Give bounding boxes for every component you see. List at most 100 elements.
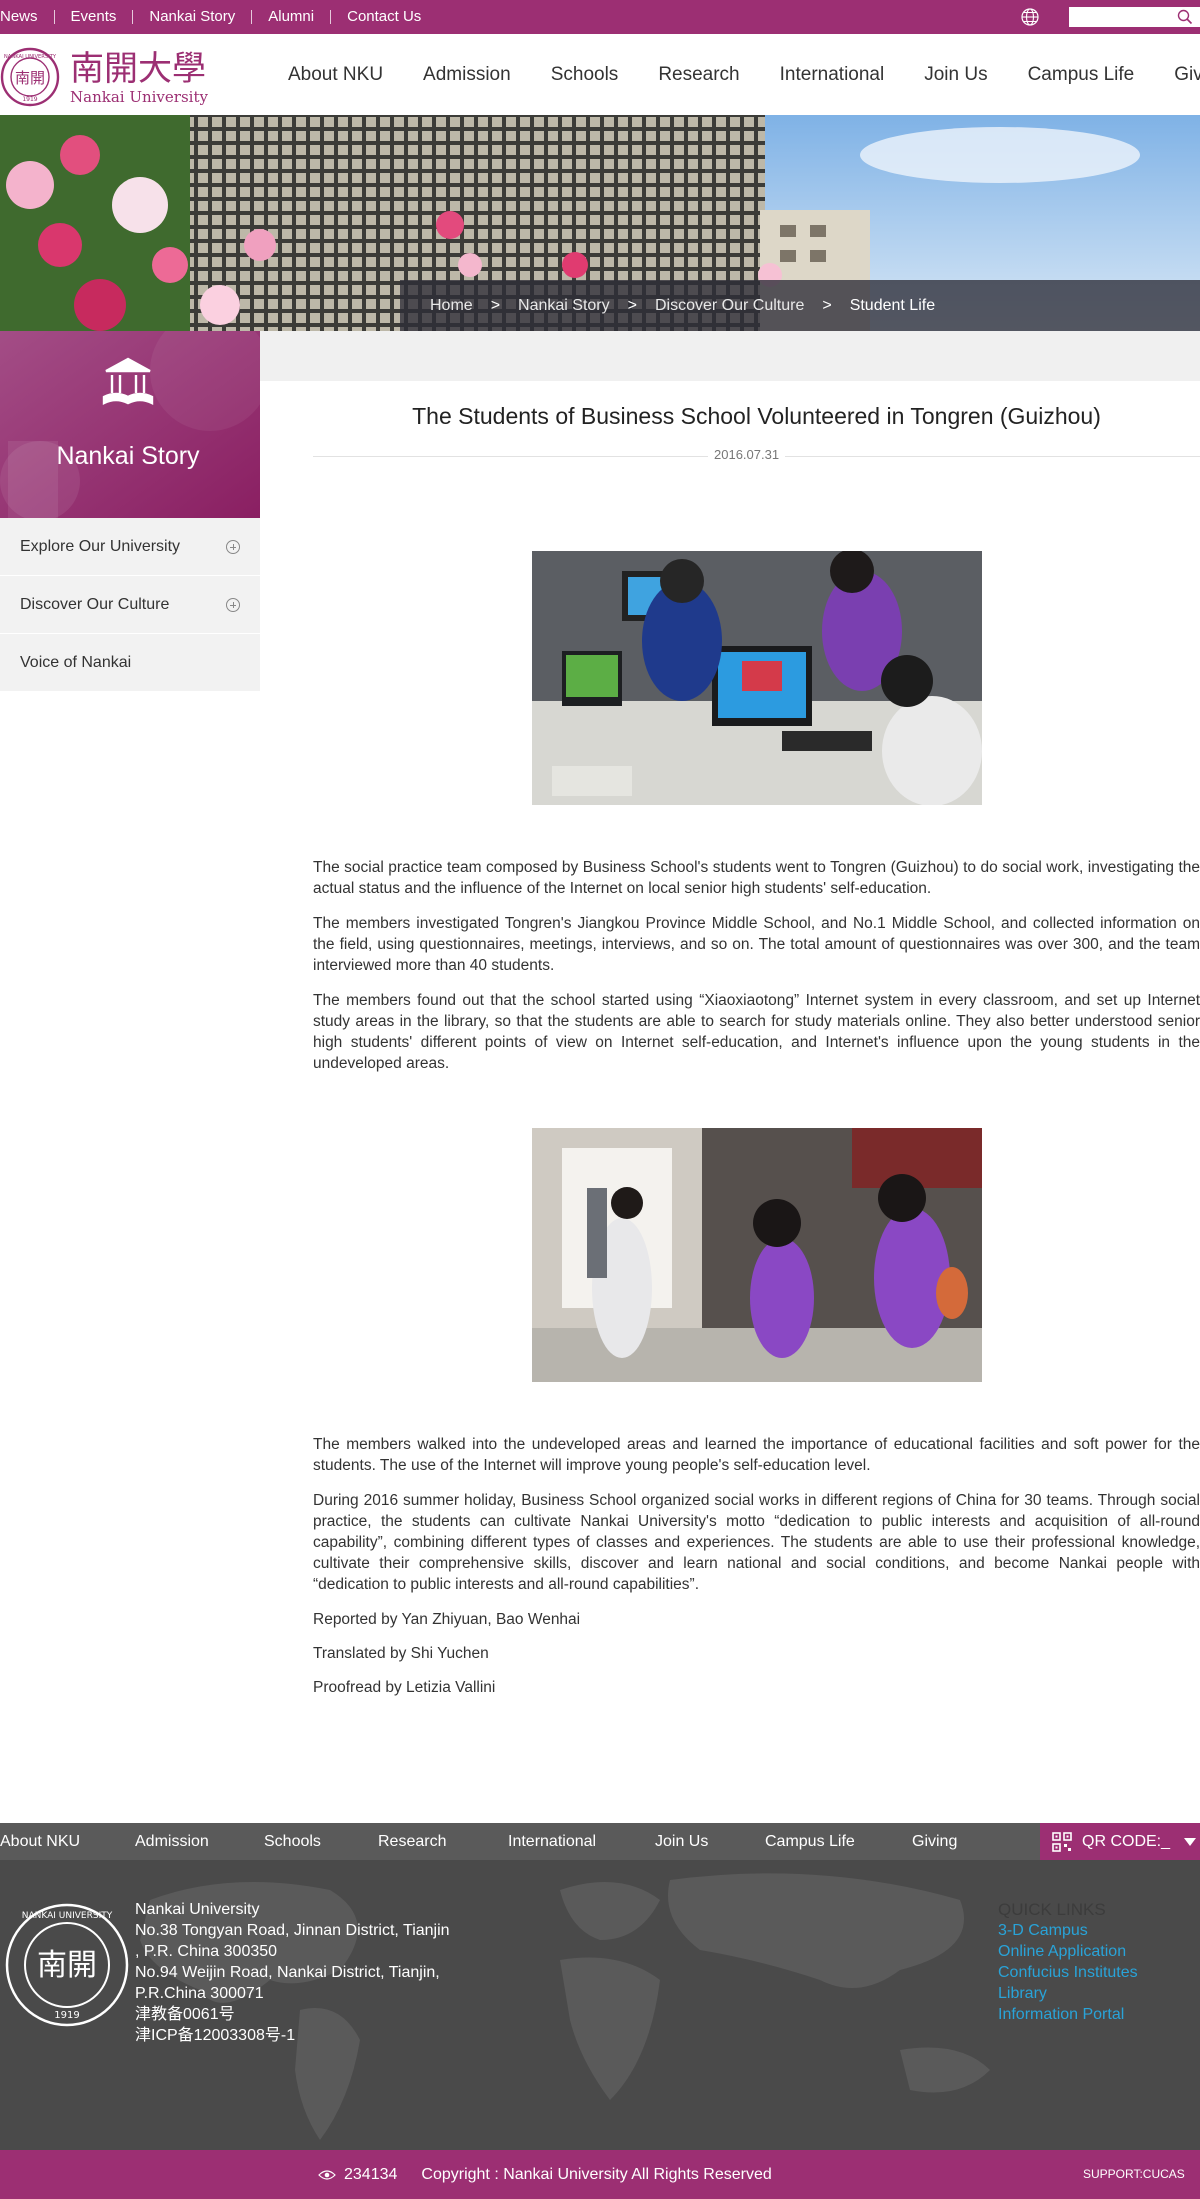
- article-photo-computer-lab: [532, 551, 982, 805]
- svg-text:1919: 1919: [54, 2010, 79, 2021]
- quick-link-confucius-institutes[interactable]: Confucius Institutes: [998, 1962, 1138, 1983]
- copyright-bar: 234134 Copyright : Nankai University All…: [0, 2150, 1200, 2199]
- nav-schools[interactable]: Schools: [551, 64, 619, 86]
- quick-link-information-portal[interactable]: Information Portal: [998, 2004, 1138, 2025]
- credit-proofread-by: Proofread by Letizia Vallini: [313, 1679, 496, 1696]
- expand-icon[interactable]: [226, 539, 240, 554]
- sidebar-item-discover-our-culture[interactable]: Discover Our Culture: [0, 576, 260, 634]
- utility-link-alumni[interactable]: Alumni: [251, 9, 330, 24]
- eye-icon: [318, 2169, 336, 2180]
- breadcrumb-separator: >: [490, 296, 501, 314]
- article-paragraph: The members walked into the undeveloped …: [313, 1436, 1200, 1474]
- search-icon[interactable]: [1176, 8, 1194, 26]
- article: The Students of Business School Voluntee…: [313, 381, 1200, 1697]
- utility-link-contact-us[interactable]: Contact Us: [330, 9, 437, 24]
- qr-code-button[interactable]: QR CODE:_: [1040, 1823, 1200, 1860]
- visit-counter: 234134: [344, 2165, 398, 2183]
- article-body-part-1: The social practice team composed by Bus…: [313, 857, 1200, 1074]
- nav-join-us[interactable]: Join Us: [924, 64, 987, 86]
- article-paragraph: The members investigated Tongren's Jiang…: [313, 915, 1200, 974]
- address-line: P.R.China 300071: [135, 1985, 264, 2002]
- university-seal: 南開 NANKAI UNIVERSITY 1919: [5, 1903, 129, 2027]
- address-line: Nankai University: [135, 1901, 260, 1918]
- breadcrumb-separator: >: [822, 296, 832, 314]
- site-header: 南開 1919 NANKAI UNIVERSITY 南開大學 Nankai Un…: [0, 34, 1200, 115]
- sidebar-item-label: Explore Our University: [20, 537, 181, 555]
- sidebar-header: [0, 331, 260, 518]
- globe-icon[interactable]: [1019, 6, 1041, 28]
- article-dateline: 2016.07.31: [313, 447, 1200, 467]
- copyright-text: Copyright : Nankai University All Rights…: [421, 2165, 772, 2183]
- footer-nav-international[interactable]: International: [508, 1833, 655, 1851]
- article-paragraph: The social practice team composed by Bus…: [313, 859, 1200, 897]
- address-line: 津ICP备12003308号-1: [135, 2027, 296, 2044]
- address-line: No.94 Weijin Road, Nankai District, Tian…: [135, 1964, 440, 1981]
- article-paragraph: The members found out that the school st…: [313, 992, 1200, 1072]
- nav-research[interactable]: Research: [658, 64, 739, 86]
- quick-link-3d-campus[interactable]: 3-D Campus: [998, 1920, 1138, 1941]
- sidebar-item-label: Voice of Nankai: [20, 653, 132, 671]
- footer-nav-giving[interactable]: Giving: [912, 1833, 982, 1851]
- breadcrumb-discover-our-culture[interactable]: Discover Our Culture: [655, 297, 804, 315]
- sidebar-menu: Explore Our University Discover Our Cult…: [0, 518, 260, 692]
- breadcrumb: Home > Nankai Story > Discover Our Cultu…: [400, 280, 1200, 331]
- chevron-down-icon: [1184, 1837, 1197, 1846]
- support-credit: SUPPORT:CUCAS: [1083, 2167, 1185, 2181]
- address-line: 津教备0061号: [135, 2006, 235, 2023]
- breadcrumb-home[interactable]: Home: [430, 297, 473, 315]
- article-body-part-2: The members walked into the undeveloped …: [313, 1434, 1200, 1595]
- nav-admission[interactable]: Admission: [423, 64, 511, 86]
- svg-text:NANKAI UNIVERSITY: NANKAI UNIVERSITY: [22, 1911, 113, 1921]
- footer-nav: About NKU Admission Schools Research Int…: [0, 1823, 1200, 1860]
- svg-text:南開: 南開: [15, 69, 45, 87]
- copyright-inner: 234134 Copyright : Nankai University All…: [318, 2150, 772, 2199]
- nav-about-nku[interactable]: About NKU: [288, 64, 383, 86]
- university-logo[interactable]: 南開 1919 NANKAI UNIVERSITY 南開大學 Nankai Un…: [0, 46, 210, 108]
- breadcrumb-nankai-story[interactable]: Nankai Story: [518, 297, 610, 315]
- nav-international[interactable]: International: [780, 64, 885, 86]
- utility-link-events[interactable]: Events: [53, 9, 133, 24]
- sidebar-item-explore-our-university[interactable]: Explore Our University: [0, 518, 260, 576]
- credit-translated-by: Translated by Shi Yuchen: [313, 1645, 489, 1662]
- footer-nav-admission[interactable]: Admission: [135, 1833, 264, 1851]
- footer-nav-campus-life[interactable]: Campus Life: [765, 1833, 912, 1851]
- article-photo-interview: [532, 1128, 982, 1382]
- article-credits: Reported by Yan Zhiyuan, Bao Wenhai Tran…: [313, 1611, 1200, 1697]
- svg-text:NANKAI UNIVERSITY: NANKAI UNIVERSITY: [4, 54, 57, 60]
- article-date: 2016.07.31: [708, 447, 786, 462]
- nav-campus-life[interactable]: Campus Life: [1028, 64, 1135, 86]
- qr-code-icon: [1052, 1831, 1072, 1852]
- logo-chinese: 南開大學: [70, 49, 206, 89]
- utility-links: News Events Nankai Story Alumni Contact …: [0, 0, 437, 34]
- quick-links-title: QUICK LINKS: [998, 1900, 1106, 1919]
- svg-text:南開: 南開: [37, 1948, 97, 1983]
- article-title: The Students of Business School Voluntee…: [412, 403, 1101, 429]
- breadcrumb-current: Student Life: [849, 296, 936, 314]
- utility-link-news[interactable]: News: [0, 9, 54, 24]
- footer-nav-about-nku[interactable]: About NKU: [0, 1833, 135, 1851]
- sidebar-item-voice-of-nankai[interactable]: Voice of Nankai: [0, 634, 260, 692]
- top-utility-bar: News Events Nankai Story Alumni Contact …: [0, 0, 1200, 34]
- logo-english: Nankai University: [70, 88, 208, 106]
- utility-link-nankai-story[interactable]: Nankai Story: [132, 9, 251, 24]
- credit-reported-by: Reported by Yan Zhiyuan, Bao Wenhai: [313, 1611, 581, 1628]
- footer-nav-research[interactable]: Research: [378, 1833, 508, 1851]
- content-header-strip: [260, 331, 1200, 381]
- sidebar-item-label: Discover Our Culture: [20, 595, 170, 613]
- qr-code-label: QR CODE:_: [1082, 1832, 1171, 1850]
- svg-text:1919: 1919: [22, 96, 37, 103]
- footer-nav-schools[interactable]: Schools: [264, 1833, 378, 1851]
- address-line: No.38 Tongyan Road, Jinnan District, Tia…: [135, 1922, 450, 1939]
- footer-nav-items: About NKU Admission Schools Research Int…: [0, 1823, 982, 1860]
- expand-icon[interactable]: [226, 597, 240, 612]
- quick-link-online-application[interactable]: Online Application: [998, 1941, 1138, 1962]
- quick-link-library[interactable]: Library: [998, 1983, 1138, 2004]
- address-line: , P.R. China 300350: [135, 1943, 278, 1960]
- footer-nav-join-us[interactable]: Join Us: [655, 1833, 765, 1851]
- nav-giving[interactable]: Giving: [1174, 64, 1200, 86]
- footer-address: Nankai University No.38 Tongyan Road, Ji…: [135, 1899, 450, 2046]
- quick-links: QUICK LINKS 3-D Campus Online Applicatio…: [998, 1899, 1138, 2025]
- article-paragraph: During 2016 summer holiday, Business Sch…: [313, 1492, 1200, 1593]
- main-nav: About NKU Admission Schools Research Int…: [288, 34, 1200, 115]
- sidebar-title: Nankai Story: [56, 442, 200, 470]
